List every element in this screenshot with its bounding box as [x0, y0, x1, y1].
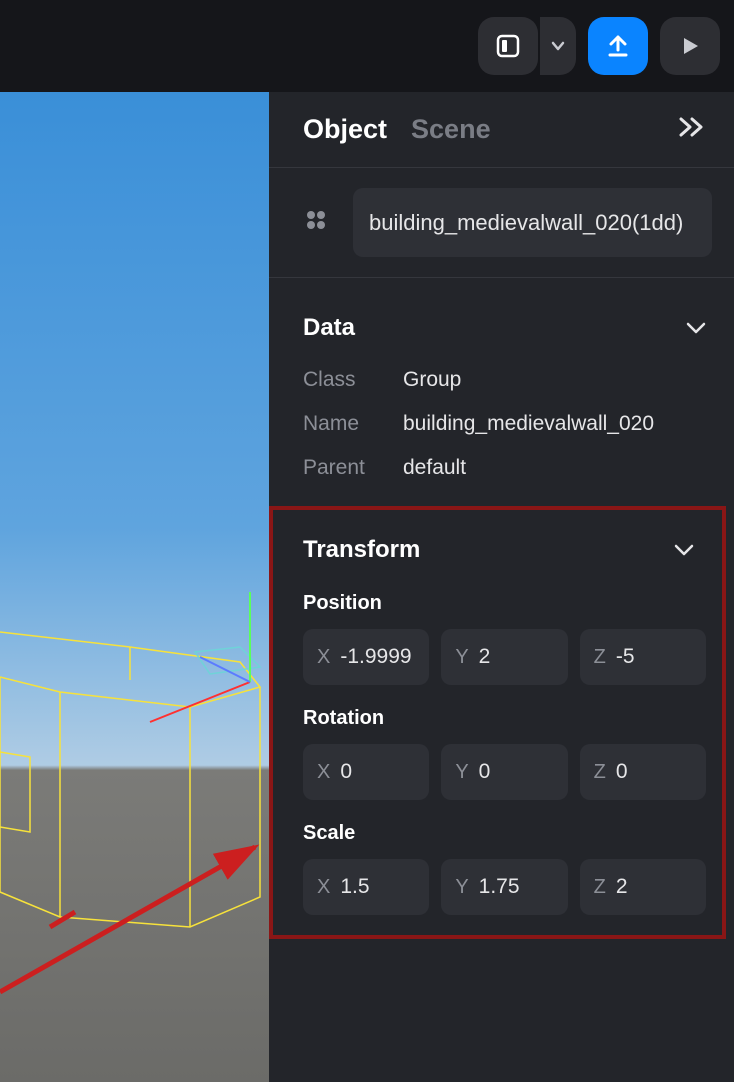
expand-icon[interactable] [678, 116, 706, 143]
rotation-x-input[interactable] [340, 760, 415, 784]
scale-x-input[interactable] [340, 875, 415, 899]
object-name[interactable]: building_medievalwall_020(1dd) [353, 188, 712, 257]
viewport[interactable] [0, 92, 269, 1082]
value-parent: default [403, 456, 466, 480]
layout-dropdown[interactable] [540, 17, 576, 75]
scale-y-input[interactable] [479, 875, 554, 899]
upload-button[interactable] [588, 17, 648, 75]
section-data-title: Data [303, 314, 355, 342]
tab-scene[interactable]: Scene [411, 114, 491, 145]
inspector-tabs: Object Scene [269, 92, 734, 168]
rotation-x-field[interactable]: X [303, 744, 429, 800]
chevron-down-icon [551, 39, 565, 53]
top-toolbar [0, 0, 734, 92]
position-z-input[interactable] [616, 645, 692, 669]
scale-z-field[interactable]: Z [580, 859, 706, 915]
scale-x-field[interactable]: X [303, 859, 429, 915]
label-name: Name [303, 412, 403, 436]
object-name-row: building_medievalwall_020(1dd) [269, 168, 734, 278]
tab-object[interactable]: Object [303, 114, 387, 145]
label-position: Position [273, 574, 722, 619]
label-parent: Parent [303, 456, 403, 480]
inspector-panel: Object Scene building_medievalwall_020(1… [269, 92, 734, 1082]
chevron-down-icon [686, 321, 706, 335]
scale-row: X Y Z [273, 849, 722, 919]
chevron-down-icon [674, 543, 694, 557]
scene-wireframe [0, 92, 269, 1082]
value-name: building_medievalwall_020 [403, 412, 654, 436]
annotation-arrow [0, 847, 255, 992]
play-button[interactable] [660, 17, 720, 75]
label-rotation: Rotation [273, 689, 722, 734]
panel-icon [496, 34, 520, 58]
position-z-field[interactable]: Z [580, 629, 706, 685]
play-icon [679, 35, 701, 57]
section-transform-header[interactable]: Transform [273, 510, 722, 574]
transform-section: Transform Position X Y Z Rotation X Y Z … [269, 506, 726, 939]
scale-y-field[interactable]: Y [441, 859, 567, 915]
main-area: Object Scene building_medievalwall_020(1… [0, 92, 734, 1082]
scale-z-input[interactable] [616, 875, 692, 899]
data-section: Class Group Name building_medievalwall_0… [269, 350, 734, 494]
label-class: Class [303, 368, 403, 392]
position-y-field[interactable]: Y [441, 629, 567, 685]
rotation-y-field[interactable]: Y [441, 744, 567, 800]
label-scale: Scale [273, 804, 722, 849]
position-row: X Y Z [273, 619, 722, 689]
position-x-field[interactable]: X [303, 629, 429, 685]
section-data-header[interactable]: Data [269, 278, 734, 350]
position-x-input[interactable] [340, 645, 415, 669]
section-transform-title: Transform [303, 536, 420, 564]
layout-button[interactable] [478, 17, 538, 75]
upload-icon [605, 33, 631, 59]
value-class: Group [403, 368, 461, 392]
grip-icon[interactable] [303, 207, 329, 238]
rotation-row: X Y Z [273, 734, 722, 804]
rotation-z-field[interactable]: Z [580, 744, 706, 800]
rotation-y-input[interactable] [479, 760, 554, 784]
position-y-input[interactable] [479, 645, 554, 669]
rotation-z-input[interactable] [616, 760, 692, 784]
